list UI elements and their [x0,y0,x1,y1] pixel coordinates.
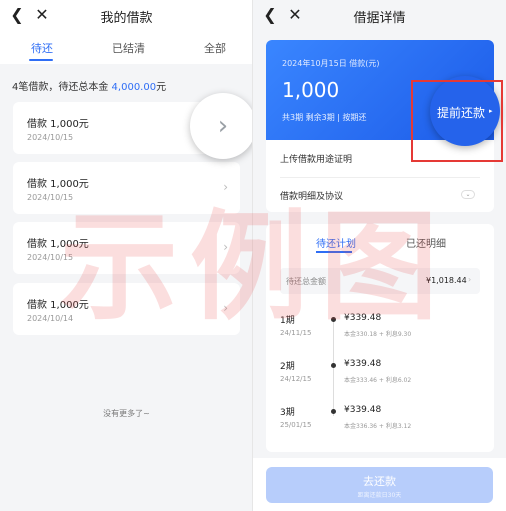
installment-amount: ¥339.48 [344,359,382,369]
installment-amount: ¥339.48 [344,405,382,415]
watermark-char: 图 [320,198,439,336]
summary-suffix: 元 [156,82,167,93]
repay-button-label: 去还款 [363,475,396,488]
installment-date: 25/01/15 [280,421,312,429]
loan-date-line: 2024年10月15日 借款(元) [282,59,380,68]
highlight-box [411,80,503,162]
watermark-char: 例 [190,198,309,336]
timeline-dot [331,363,336,368]
installment-date: 24/12/15 [280,375,312,383]
no-more-text: 没有更多了~ [103,409,150,418]
summary-amount: 4,000.00 [111,82,157,93]
page-title: 我的借款 [100,11,153,26]
loan-amount: 1,000 [282,78,340,102]
chevron-right-icon: › [468,275,472,284]
bottom-action-bar: 去还款 距离还款日30天 [253,458,506,511]
tab-pending[interactable]: 待还 [31,40,53,56]
page-title: 借据详情 [353,11,406,26]
loan-terms: 共3期 剩余3期 | 按期还 [282,113,367,122]
chevron-right-icon: › [217,111,229,141]
installment-detail: 本金333.46 + 利息6.02 [344,377,412,384]
installment-period: 3期 [280,408,295,418]
timeline-dot [331,409,336,414]
chevron-down-icon[interactable]: ⌄ [461,190,475,199]
installment-period: 2期 [280,362,295,372]
repay-button[interactable]: 去还款 距离还款日30天 [266,467,493,503]
tab-all[interactable]: 全部 [204,40,226,56]
chevron-right-icon: › [223,180,228,194]
magnified-arrow-button[interactable]: › [190,93,253,159]
watermark-char: 示 [60,198,179,336]
nav-bar: ❮ ✕ 借据详情 [253,0,506,34]
upload-proof-row[interactable]: 上传借款用途证明 [280,152,352,165]
status-tabs: 待还 已结清 全部 [0,32,253,64]
nav-bar: ❮ ✕ 我的借款 [0,0,253,32]
installment-detail: 本金336.36 + 利息3.12 [344,423,412,430]
repay-button-subtext: 距离还款日30天 [357,492,402,499]
summary-prefix: 4笔借款，待还总本金 [12,82,112,93]
row-divider [280,177,480,178]
loan-title: 借款 1,000元 [27,179,89,190]
tab-settled[interactable]: 已结清 [112,40,145,56]
loan-date: 2024/10/15 [27,133,74,142]
loan-summary: 4笔借款，待还总本金 4,000.00元 [12,78,166,93]
loan-title: 借款 1,000元 [27,119,89,130]
active-tab-indicator [29,59,53,61]
